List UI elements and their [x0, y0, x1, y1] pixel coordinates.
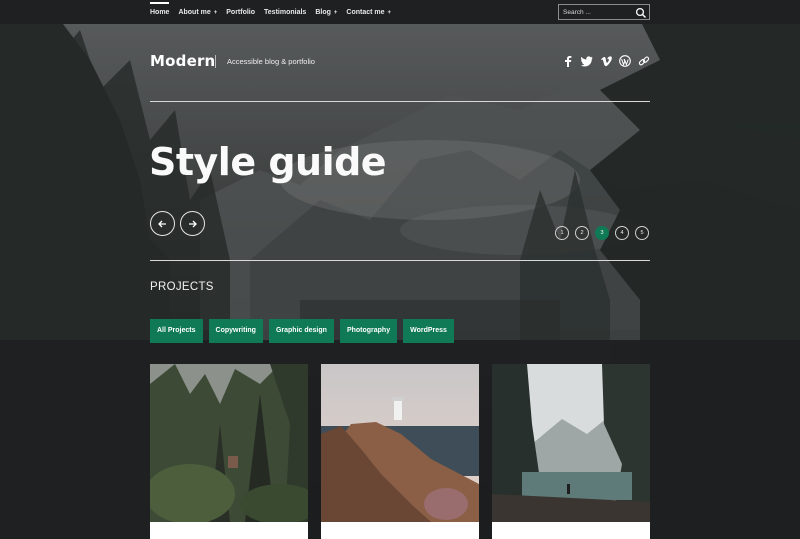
page-dot-4[interactable]: 4 [615, 226, 629, 240]
nav-item-home[interactable]: Home [150, 0, 170, 24]
project-card[interactable] [321, 364, 479, 539]
filter-photography[interactable]: Photography [339, 319, 398, 343]
nav-item-testimonials[interactable]: Testimonials [264, 0, 306, 24]
slider-pagination: 1 2 3 4 5 [555, 226, 649, 240]
facebook-icon[interactable] [561, 54, 574, 68]
header-divider [150, 101, 650, 102]
plus-icon: + [333, 10, 338, 16]
nav-item-label: Testimonials [264, 9, 307, 16]
social-links [561, 54, 650, 68]
nav-item-label: About me [178, 9, 211, 16]
nav-item-label: Portfolio [226, 9, 256, 16]
page-dot-3[interactable]: 3 [595, 226, 609, 240]
project-image-lighthouse [321, 364, 479, 522]
wordpress-icon[interactable] [618, 54, 631, 68]
filter-all-projects[interactable]: All Projects [150, 319, 203, 343]
vimeo-icon[interactable] [599, 54, 612, 68]
arrow-left-icon [158, 215, 167, 233]
hero-title: Style guide [149, 140, 387, 184]
link-icon[interactable] [637, 54, 650, 68]
nav-item-about-me[interactable]: About me + [178, 0, 217, 24]
hero-divider [150, 260, 650, 261]
nav-item-blog[interactable]: Blog + [315, 0, 337, 24]
page-dot-5[interactable]: 5 [635, 226, 649, 240]
nav-item-portfolio[interactable]: Portfolio [226, 0, 255, 24]
nav-item-label: Home [150, 9, 170, 16]
page-dot-2[interactable]: 2 [575, 226, 589, 240]
top-navigation: Home About me + Portfolio Testimonials Bl… [0, 0, 800, 24]
twitter-icon[interactable] [580, 54, 593, 68]
page-dot-1[interactable]: 1 [555, 226, 569, 240]
title-divider [215, 55, 216, 68]
plus-icon: + [213, 10, 218, 16]
slider-next-button[interactable] [180, 211, 205, 236]
project-image-lake [492, 364, 650, 522]
plus-icon: + [387, 10, 392, 16]
arrow-right-icon [188, 215, 197, 233]
slider-prev-button[interactable] [150, 211, 175, 236]
project-image-forest [150, 364, 308, 522]
site-title[interactable]: Modern [150, 52, 215, 70]
project-card[interactable] [150, 364, 308, 539]
filter-wordpress[interactable]: WordPress [403, 319, 454, 343]
nav-item-label: Blog [315, 9, 331, 16]
project-card[interactable] [492, 364, 650, 539]
search-input[interactable] [563, 7, 633, 18]
search-form [558, 4, 650, 20]
filter-copywriting[interactable]: Copywriting [208, 319, 263, 343]
nav-menu: Home About me + Portfolio Testimonials Bl… [150, 0, 400, 24]
search-icon[interactable] [635, 6, 647, 18]
nav-item-label: Contact me [346, 9, 385, 16]
site-tagline: Accessible blog & portfolio [227, 57, 315, 66]
project-filters: All Projects Copywriting Graphic design … [150, 319, 454, 343]
filter-graphic-design[interactable]: Graphic design [268, 319, 334, 343]
nav-item-contact-me[interactable]: Contact me + [346, 0, 391, 24]
projects-heading: PROJECTS [150, 281, 214, 293]
